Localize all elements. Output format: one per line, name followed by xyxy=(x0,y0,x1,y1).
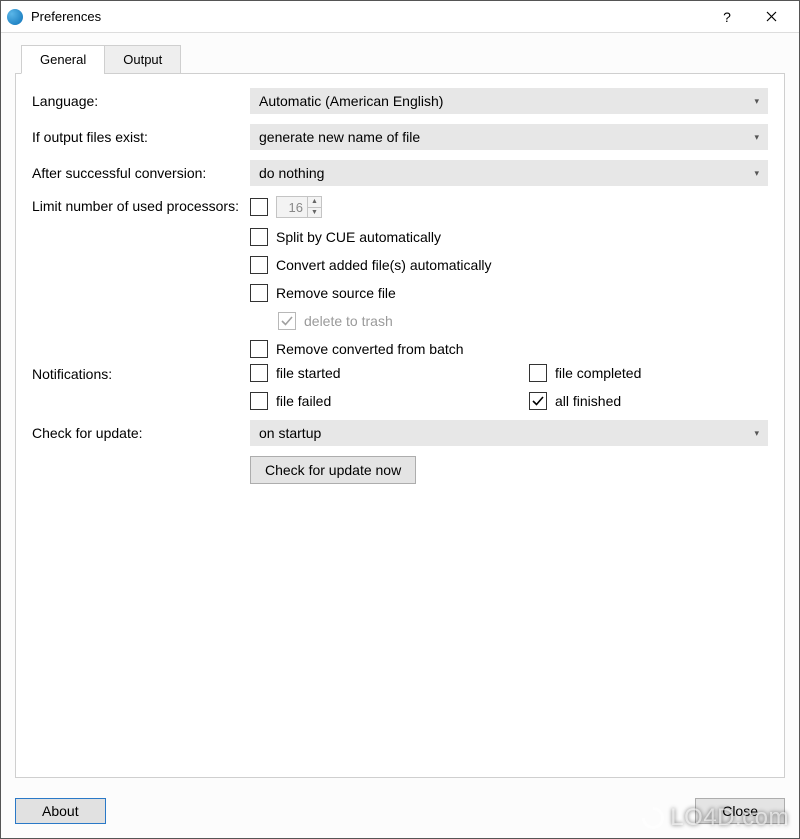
checkbox-icon xyxy=(250,228,268,246)
footer: About Close xyxy=(15,798,785,824)
label-check-update: Check for update: xyxy=(32,425,250,441)
checkbox-icon xyxy=(250,340,268,358)
combo-after-conv[interactable]: do nothing ▾ xyxy=(250,160,768,186)
checkbox-icon xyxy=(250,256,268,274)
checkbox-icon xyxy=(278,312,296,330)
checkbox-remove-source[interactable]: Remove source file xyxy=(250,284,768,302)
checkbox-file-completed[interactable]: file completed xyxy=(529,364,768,382)
preferences-window: Preferences ? General Output Language: A… xyxy=(0,0,800,839)
label-limit-cpu: Limit number of used processors: xyxy=(32,196,250,214)
chevron-down-icon: ▾ xyxy=(754,168,759,179)
window-close-button[interactable] xyxy=(749,2,793,32)
checkbox-icon xyxy=(250,284,268,302)
window-title: Preferences xyxy=(31,9,101,24)
checkbox-icon xyxy=(250,392,268,410)
combo-check-update-value: on startup xyxy=(259,425,321,441)
spinner-cpu-input[interactable] xyxy=(277,197,307,217)
spinner-up-icon[interactable]: ▲ xyxy=(308,197,321,208)
label-after-conv: After successful conversion: xyxy=(32,165,250,181)
spinner-down-icon[interactable]: ▼ xyxy=(308,208,321,218)
checkbox-delete-trash: delete to trash xyxy=(278,312,768,330)
tab-panel-general: Language: Automatic (American English) ▾… xyxy=(15,73,785,778)
checkbox-icon xyxy=(529,392,547,410)
tab-strip: General Output xyxy=(21,43,785,73)
checkbox-limit-cpu[interactable] xyxy=(250,198,268,216)
chevron-down-icon: ▾ xyxy=(754,96,759,107)
spinner-cpu[interactable]: ▲ ▼ xyxy=(276,196,322,218)
checkbox-file-failed[interactable]: file failed xyxy=(250,392,489,410)
app-icon xyxy=(7,9,23,25)
tab-general[interactable]: General xyxy=(21,45,105,74)
combo-language-value: Automatic (American English) xyxy=(259,93,443,109)
checkbox-file-started[interactable]: file started xyxy=(250,364,489,382)
combo-check-update[interactable]: on startup ▾ xyxy=(250,420,768,446)
combo-if-exist-value: generate new name of file xyxy=(259,129,420,145)
check-update-now-button[interactable]: Check for update now xyxy=(250,456,416,484)
close-button[interactable]: Close xyxy=(695,798,785,824)
help-button[interactable]: ? xyxy=(705,2,749,32)
label-notifications: Notifications: xyxy=(32,364,250,382)
checkbox-icon xyxy=(529,364,547,382)
chevron-down-icon: ▾ xyxy=(754,428,759,439)
combo-after-conv-value: do nothing xyxy=(259,165,324,181)
checkbox-split-cue[interactable]: Split by CUE automatically xyxy=(250,228,768,246)
client-area: General Output Language: Automatic (Amer… xyxy=(1,33,799,838)
titlebar: Preferences ? xyxy=(1,1,799,33)
about-button[interactable]: About xyxy=(15,798,106,824)
label-if-exist: If output files exist: xyxy=(32,129,250,145)
tab-output[interactable]: Output xyxy=(104,45,181,74)
combo-if-exist[interactable]: generate new name of file ▾ xyxy=(250,124,768,150)
checkbox-all-finished[interactable]: all finished xyxy=(529,392,768,410)
close-icon xyxy=(766,11,777,22)
checkbox-convert-auto[interactable]: Convert added file(s) automatically xyxy=(250,256,768,274)
combo-language[interactable]: Automatic (American English) ▾ xyxy=(250,88,768,114)
label-language: Language: xyxy=(32,93,250,109)
chevron-down-icon: ▾ xyxy=(754,132,759,143)
checkbox-remove-converted[interactable]: Remove converted from batch xyxy=(250,340,768,358)
checkbox-icon xyxy=(250,364,268,382)
